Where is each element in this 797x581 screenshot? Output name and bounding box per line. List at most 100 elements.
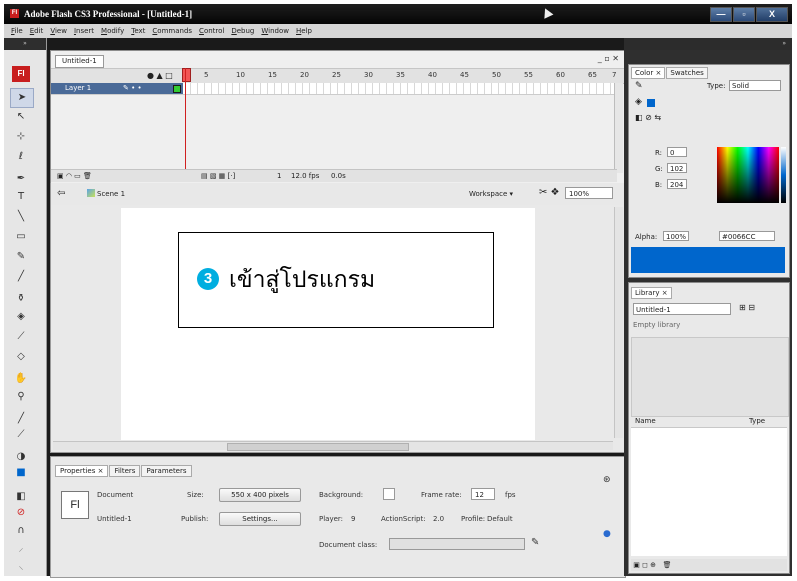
paint-bucket-tool-icon[interactable]: ◈ bbox=[10, 308, 32, 326]
edit-class-pencil-icon[interactable]: ✎ bbox=[531, 537, 539, 548]
window-controls: — ▫ X bbox=[709, 7, 788, 22]
menu-control[interactable]: Control bbox=[199, 27, 224, 35]
menu-insert[interactable]: Insert bbox=[74, 27, 94, 35]
background-color-swatch[interactable] bbox=[383, 488, 395, 500]
frame-rate-input[interactable]: 12 bbox=[471, 488, 495, 500]
library-document-select[interactable]: Untitled-1 bbox=[633, 303, 731, 315]
r-input[interactable]: 0 bbox=[667, 147, 687, 157]
g-input[interactable]: 102 bbox=[667, 163, 687, 173]
accessibility-icon[interactable]: ● bbox=[603, 529, 611, 539]
timeline-vertical-scrollbar[interactable] bbox=[614, 83, 623, 173]
fill-color-chip[interactable] bbox=[647, 99, 655, 107]
onion-skin-icons[interactable]: ▤ ▧ ▦ [·] bbox=[201, 170, 235, 182]
properties-tabs: Properties × Filters Parameters bbox=[55, 465, 193, 477]
selection-tool-icon[interactable]: ➤ bbox=[10, 88, 34, 108]
menu-modify[interactable]: Modify bbox=[101, 27, 124, 35]
tab-color[interactable]: Color × bbox=[631, 67, 666, 79]
menu-view[interactable]: View bbox=[50, 27, 67, 35]
no-color-icon[interactable]: ⊘ bbox=[10, 504, 32, 522]
layer-row[interactable]: Layer 1 ✎ • • bbox=[51, 83, 617, 95]
tab-filters[interactable]: Filters bbox=[109, 465, 141, 477]
hand-tool-icon[interactable]: ✋ bbox=[10, 370, 32, 388]
b-input[interactable]: 204 bbox=[667, 179, 687, 189]
rectangle-tool-icon[interactable]: ▭ bbox=[10, 228, 32, 246]
eraser-tool-icon[interactable]: ◇ bbox=[10, 348, 32, 366]
scrollbar-thumb[interactable] bbox=[227, 443, 409, 451]
step-number-badge: 3 bbox=[197, 268, 219, 290]
type-select[interactable]: Solid bbox=[729, 80, 781, 91]
pencil-tool-icon[interactable]: ✎ bbox=[10, 248, 32, 266]
fill-color-icon[interactable]: ⟋ bbox=[10, 426, 32, 444]
menu-window[interactable]: Window bbox=[261, 27, 289, 35]
library-item-list[interactable] bbox=[631, 428, 787, 556]
tab-parameters[interactable]: Parameters bbox=[141, 465, 192, 477]
pen-tool-icon[interactable]: ✒ bbox=[10, 170, 32, 188]
tab-properties[interactable]: Properties × bbox=[55, 465, 109, 477]
stroke-pencil-icon[interactable]: ✎ bbox=[635, 81, 643, 91]
snap-magnet-icon[interactable]: ∩ bbox=[10, 522, 32, 540]
frames-grid[interactable] bbox=[184, 83, 617, 94]
zoom-select[interactable]: 100% bbox=[565, 187, 613, 199]
color-mode-icons[interactable]: ◧ ⊘ ⇆ bbox=[635, 113, 661, 122]
line-tool-icon[interactable]: ╲ bbox=[10, 208, 32, 226]
alpha-input[interactable]: 100% bbox=[663, 231, 689, 241]
tab-swatches[interactable]: Swatches bbox=[666, 67, 708, 79]
text-tool-icon[interactable]: T bbox=[10, 188, 32, 206]
straighten-icon[interactable]: ⸜ bbox=[10, 558, 32, 576]
workspace-menu[interactable]: Workspace ▾ bbox=[469, 190, 513, 198]
close-button[interactable]: X bbox=[756, 7, 788, 22]
layer-add-delete-icons[interactable]: ▣ ◠ ▭ 🗑 bbox=[57, 170, 92, 182]
tab-library[interactable]: Library × bbox=[631, 287, 672, 299]
smooth-icon[interactable]: ⸝ bbox=[10, 540, 32, 558]
menu-help[interactable]: Help bbox=[296, 27, 312, 35]
step-text: เข้าสู่โปรแกรม bbox=[229, 267, 376, 293]
frame-number: 10 bbox=[236, 71, 245, 79]
size-button[interactable]: 550 x 400 pixels bbox=[219, 488, 301, 502]
column-name[interactable]: Name bbox=[635, 415, 656, 427]
brush-tool-icon[interactable]: ╱ bbox=[10, 268, 32, 286]
layer-visibility-lock-outline-icons[interactable]: ● ▲ □ bbox=[147, 71, 173, 80]
stage-horizontal-scrollbar[interactable] bbox=[53, 441, 613, 451]
stage-vertical-scrollbar[interactable] bbox=[614, 207, 623, 438]
maximize-button[interactable]: ▫ bbox=[733, 7, 755, 22]
playhead-handle[interactable] bbox=[182, 68, 191, 82]
eyedropper-tool-icon[interactable]: ⟋ bbox=[10, 328, 32, 346]
color-spectrum-picker[interactable] bbox=[717, 147, 779, 203]
document-window-controls[interactable]: _ ▫ ✕ bbox=[598, 54, 619, 63]
hex-input[interactable]: #0066CC bbox=[719, 231, 775, 241]
tools-panel-grip[interactable]: » bbox=[4, 38, 46, 50]
keyframe-marker[interactable] bbox=[173, 85, 181, 93]
timeline-header: ● ▲ □ 5 10 15 20 25 30 35 40 45 50 55 60… bbox=[51, 68, 625, 84]
settings-button[interactable]: Settings... bbox=[219, 512, 301, 526]
column-type[interactable]: Type bbox=[749, 415, 765, 427]
lasso-tool-icon[interactable]: ℓ bbox=[10, 148, 32, 166]
document-tab[interactable]: Untitled-1 bbox=[55, 55, 104, 68]
help-icon[interactable]: ⊛ bbox=[603, 475, 611, 485]
alpha-label: Alpha: bbox=[635, 233, 658, 241]
fill-swatch-icon[interactable]: ■ bbox=[10, 464, 32, 482]
scene-name[interactable]: Scene 1 bbox=[97, 190, 125, 198]
document-class-input[interactable] bbox=[389, 538, 525, 550]
scene-icon bbox=[87, 189, 95, 197]
zoom-tool-icon[interactable]: ⚲ bbox=[10, 388, 32, 406]
frame-number: 65 bbox=[588, 71, 597, 79]
menu-edit[interactable]: Edit bbox=[30, 27, 44, 35]
fill-bucket-icon[interactable]: ◈ bbox=[635, 97, 642, 107]
subselection-tool-icon[interactable]: ↖ bbox=[10, 108, 32, 126]
menu-file[interactable]: File bbox=[11, 27, 23, 35]
menu-debug[interactable]: Debug bbox=[231, 27, 254, 35]
library-footer-icons[interactable]: ▣ ◻ ⊕ 🗑 bbox=[631, 559, 787, 571]
ink-bottle-tool-icon[interactable]: ⚱ bbox=[10, 290, 32, 308]
menu-commands[interactable]: Commands bbox=[152, 27, 192, 35]
dock-grip[interactable]: » bbox=[624, 38, 792, 50]
minimize-button[interactable]: — bbox=[710, 7, 732, 22]
menu-text[interactable]: Text bbox=[131, 27, 145, 35]
brightness-slider[interactable] bbox=[781, 147, 786, 203]
edit-scene-symbol-icons[interactable]: ✂ ❖ bbox=[539, 187, 560, 198]
library-pin-icons[interactable]: ⊞ ⊟ bbox=[739, 303, 755, 312]
free-transform-tool-icon[interactable]: ⊹ bbox=[10, 128, 32, 146]
layer-name[interactable]: Layer 1 bbox=[51, 83, 183, 94]
color-panel: Color × Swatches ✎ ◈ ◧ ⊘ ⇆ Type: Solid R… bbox=[628, 64, 790, 278]
frame-number: 40 bbox=[428, 71, 437, 79]
back-arrow-icon[interactable]: ⇦ bbox=[57, 188, 65, 199]
